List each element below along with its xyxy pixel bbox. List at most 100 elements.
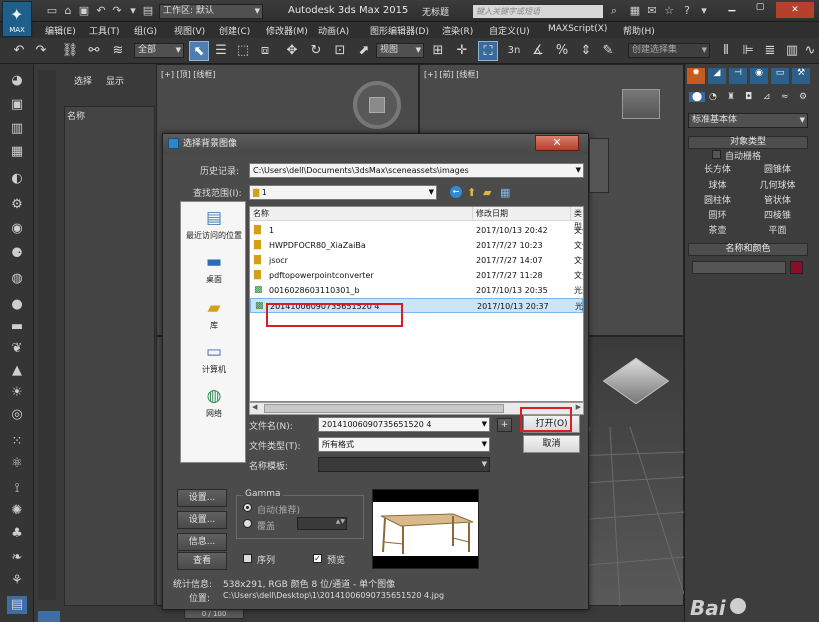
pyramid-button[interactable]: 四棱锥 xyxy=(750,208,805,221)
display-tab-icon[interactable]: ▭ xyxy=(771,68,789,84)
shell-icon[interactable]: ❦ xyxy=(7,340,27,358)
file-row[interactable]: ▇jsocr2017/7/27 14:07文件 xyxy=(250,253,583,268)
name-color-rollout[interactable]: 名称和颜色 xyxy=(688,243,808,256)
maximize-icon[interactable]: ▢ xyxy=(748,2,772,18)
hold-icon[interactable]: ▾ xyxy=(126,4,140,18)
search-icon[interactable]: ⌕ xyxy=(607,4,621,18)
tab-select[interactable]: 选择 xyxy=(74,74,92,87)
cylinder-button[interactable]: 圆柱体 xyxy=(690,193,745,206)
render-frame-icon[interactable]: ▣ xyxy=(7,96,27,114)
mirror-icon[interactable]: ⫴ xyxy=(716,41,736,61)
sphere-button[interactable]: 球体 xyxy=(690,178,745,191)
camera-icon[interactable]: ⚙ xyxy=(7,196,27,214)
column-header-name[interactable]: 名称 xyxy=(67,109,85,122)
viewcube-front-icon[interactable] xyxy=(622,89,660,119)
ribbon-icon[interactable]: ▥ xyxy=(7,120,27,138)
shapes-icon[interactable]: ◔ xyxy=(709,92,717,102)
move-icon[interactable]: ✥ xyxy=(282,41,302,61)
space-warp-icon[interactable]: ⚈ xyxy=(7,245,27,263)
unlink-icon[interactable]: ⚯ xyxy=(84,41,104,61)
file-row[interactable]: ▇12017/10/13 20:42文件 xyxy=(250,223,583,238)
up-folder-icon[interactable]: ⬆ xyxy=(467,186,476,199)
open-file-icon[interactable]: ⌂ xyxy=(61,4,75,18)
history-combo[interactable]: C:\Users\dell\Documents\3dsMax\sceneasse… xyxy=(249,163,584,178)
place-recent[interactable]: ▤ 最近访问的位置 xyxy=(181,208,247,241)
dialog-close-button[interactable]: ✕ xyxy=(535,135,579,151)
select-by-name-icon[interactable]: ☰ xyxy=(211,41,231,61)
reference-coordinate-combo[interactable]: 视图 ▼ xyxy=(376,43,424,58)
communication-icon[interactable]: ✉ xyxy=(645,4,659,18)
curve-editor-icon[interactable]: ∿ xyxy=(800,41,819,61)
menu-modifiers[interactable]: 修改器(M) xyxy=(266,24,308,37)
redo-tool-icon[interactable]: ↷ xyxy=(31,41,51,61)
time-slider-thumb[interactable]: 0 / 100 xyxy=(184,609,244,619)
object-name-input[interactable] xyxy=(692,261,786,274)
geometry-icon[interactable]: ⬤ xyxy=(689,92,705,102)
help-dropdown-icon[interactable]: ▾ xyxy=(697,4,711,18)
helpers-icon[interactable]: ⊿ xyxy=(763,92,771,102)
object-color-swatch[interactable] xyxy=(790,261,803,274)
selection-filter-combo[interactable]: 全部 ▼ xyxy=(134,43,184,58)
save-file-icon[interactable]: ▣ xyxy=(77,4,91,18)
autogrid-checkbox[interactable] xyxy=(712,150,721,159)
teapot-icon[interactable]: ◕ xyxy=(7,72,27,90)
redo-icon[interactable]: ↷ xyxy=(110,4,124,18)
cone-icon[interactable]: ▲ xyxy=(7,362,27,380)
layer-manager-icon[interactable]: ≣ xyxy=(760,41,780,61)
geosphere-icon[interactable]: ◎ xyxy=(7,406,27,424)
menu-tools[interactable]: 工具(T) xyxy=(89,24,120,37)
modify-tab-icon[interactable]: ◢ xyxy=(708,68,726,84)
preview-checkbox[interactable]: ✓ xyxy=(313,554,322,563)
menu-edit[interactable]: 编辑(E) xyxy=(45,24,76,37)
view-button[interactable]: 查看 xyxy=(177,552,227,570)
menu-help[interactable]: 帮助(H) xyxy=(623,24,655,37)
create-tab-icon[interactable]: ✹ xyxy=(687,68,705,84)
menu-create[interactable]: 创建(C) xyxy=(219,24,250,37)
setup-button[interactable]: 设置... xyxy=(177,489,227,507)
subscription-icon[interactable]: ▦ xyxy=(628,4,642,18)
align-icon[interactable]: ⊫ xyxy=(738,41,758,61)
keyboard-shortcut-override-icon[interactable]: ⛶ xyxy=(478,41,498,61)
angle-snap-icon[interactable]: ∡ xyxy=(528,41,548,61)
filetype-combo[interactable]: 所有格式 ▼ xyxy=(318,437,490,452)
hair-icon[interactable]: ✺ xyxy=(7,502,27,520)
viewcube-top-icon[interactable] xyxy=(353,81,401,129)
select-object-icon[interactable]: ⬉ xyxy=(189,41,209,61)
undo-tool-icon[interactable]: ↶ xyxy=(9,41,29,61)
particles-icon[interactable]: ⁙ xyxy=(7,433,27,451)
primitive-category-combo[interactable]: 标准基本体 ▼ xyxy=(688,113,808,128)
pivot-center-icon[interactable]: ⊞ xyxy=(428,41,448,61)
box-icon[interactable]: ▬ xyxy=(7,318,27,336)
cameras-icon[interactable]: ◘ xyxy=(745,92,752,102)
plant-icon[interactable]: ♣ xyxy=(7,525,27,543)
project-folder-icon[interactable]: ▤ xyxy=(141,4,155,18)
edit-named-selection-icon[interactable]: ✎ xyxy=(598,41,618,61)
menu-customize[interactable]: 自定义(U) xyxy=(489,24,530,37)
percent-snap-icon[interactable]: % xyxy=(552,41,572,61)
gamma-auto-radio[interactable] xyxy=(243,503,252,512)
place-desktop[interactable]: ▬ 桌面 xyxy=(181,252,247,285)
grid-icon[interactable]: ▦ xyxy=(7,143,27,161)
menu-animation[interactable]: 动画(A) xyxy=(318,24,349,37)
hierarchy-tab-icon[interactable]: ⊣ xyxy=(729,68,747,84)
column-header-date[interactable]: 修改日期 xyxy=(473,207,571,221)
motion-tab-icon[interactable]: ◉ xyxy=(750,68,768,84)
file-row[interactable]: ▇HWPDFOCR80_XiaZaiBa2017/7/27 10:23文件 xyxy=(250,238,583,253)
column-header-type[interactable]: 类型 xyxy=(571,207,583,231)
window-crossing-icon[interactable]: ⧈ xyxy=(255,41,275,61)
file-row[interactable]: ▇ pdftopowerpointconverter 2017/7/27 11:28… xyxy=(250,268,583,283)
menu-group[interactable]: 组(G) xyxy=(134,24,157,37)
scene-object-list[interactable]: 名称 xyxy=(64,106,155,606)
cancel-button[interactable]: 取消 xyxy=(523,435,580,453)
bind-space-warp-icon[interactable]: ≋ xyxy=(108,41,128,61)
rotate-icon[interactable]: ↻ xyxy=(306,41,326,61)
object-type-rollout[interactable]: 对象类型 xyxy=(688,136,808,149)
helper-icon[interactable]: ◉ xyxy=(7,220,27,238)
snaps-toggle-icon[interactable]: 3n xyxy=(504,41,524,61)
gamma-override-spinner[interactable]: ▲▼ xyxy=(297,517,347,530)
teapot-button[interactable]: 茶壶 xyxy=(690,223,745,236)
app-logo-button[interactable]: ✦ MAX xyxy=(2,1,32,37)
torus-button[interactable]: 圆环 xyxy=(690,208,745,221)
place-libraries[interactable]: ▰ 库 xyxy=(181,298,247,331)
named-selection-combo[interactable]: 创建选择集 ▼ xyxy=(628,43,710,58)
